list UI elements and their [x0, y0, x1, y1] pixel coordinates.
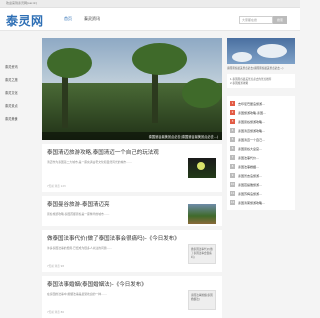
left-sidebar: 泰灵资讯 泰灵之旅 泰灵文化 泰灵景点 泰灵美食 [0, 60, 38, 125]
rank-badge: 3 [230, 119, 235, 124]
nav-news[interactable]: 泰灵资讯 [84, 16, 100, 22]
hot-list-label: 泰国苏梅岛旅游... [238, 191, 262, 196]
article-card[interactable]: 泰国法事婚姻(泰国婚姻法)-《今日发布》 在泰国的法事中,婚姻法事是最受欢迎的一… [42, 276, 222, 318]
right-banner[interactable] [227, 38, 295, 64]
article-summary: 许多泰国法事的费用,已经成为很多人关注的问题…… [47, 246, 113, 250]
site-header: 泰灵网 首页 泰灵资讯 大家都在搜 搜索 [0, 8, 300, 31]
search-button[interactable]: 搜索 [273, 16, 287, 24]
rank-badge: 8 [230, 164, 235, 169]
banner-foliage [47, 48, 92, 78]
article-card[interactable]: 做泰国法事代价(做了泰国法事会很痛吗)-《今日发布》 许多泰国法事的费用,已经成… [42, 230, 222, 272]
rank-badge: 11 [230, 191, 235, 196]
rank-badge: 5 [230, 137, 235, 142]
article-card[interactable]: 泰国曼谷旅游-泰国清迈亮 曼谷旅游攻略,泰国首都曼谷是一座繁华的城市…… [42, 196, 222, 226]
hot-list-label: 泰国清迈旅游攻略... [238, 128, 265, 133]
top-bar: 欢迎来到泰灵网(ssr.ik) [0, 0, 300, 8]
article-meta: 7天前 浏览 86 [47, 311, 64, 314]
hot-list-item[interactable]: 7 泰国法事代价... [230, 153, 292, 162]
hot-list-label: 去印尼巴厘岛旅游... [238, 101, 265, 106]
nav-home[interactable]: 首页 [64, 16, 72, 22]
article-summary: 在泰国的法事中,婚姻法事是最受欢迎的一种…… [47, 292, 107, 296]
hot-list-item[interactable]: 9 泰国普吉岛旅游... [230, 171, 292, 180]
banner-foliage [132, 43, 187, 75]
hot-list-label: 泰国芭提雅旅游... [238, 182, 262, 187]
hot-list-item[interactable]: 4 泰国清迈旅游攻略... [230, 126, 292, 135]
hot-list-item[interactable]: 3 泰国曼谷旅游攻略... [230, 117, 292, 126]
sidebar-item-food[interactable]: 泰灵美食 [0, 112, 38, 125]
info-line[interactable]: 2.泰国旅游攻略 [230, 81, 292, 85]
article-thumbnail[interactable]: 泰国法事婚姻(泰国婚姻法) [188, 290, 216, 310]
article-thumbnail[interactable] [188, 204, 216, 224]
hot-list-label: 泰国普吉岛旅游... [238, 173, 262, 178]
sidebar-item-news[interactable]: 泰灵资讯 [0, 60, 38, 73]
article-summary: 曼谷旅游攻略,泰国首都曼谷是一座繁华的城市…… [47, 212, 110, 216]
rank-badge: 7 [230, 155, 235, 160]
rank-badge: 9 [230, 173, 235, 178]
hot-list-item[interactable]: 2 泰国旅游攻略,泰国... [230, 108, 292, 117]
right-banner-caption[interactable]: 泰国曼谷最美景点必去(泰国曼谷最美景点必去...) [227, 66, 295, 70]
article-thumbnail[interactable] [188, 158, 216, 178]
rank-badge: 2 [230, 110, 235, 115]
hot-list-label: 泰国曼谷大皇宫... [238, 146, 262, 151]
sidebar-item-travel[interactable]: 泰灵之旅 [0, 73, 38, 86]
site-logo[interactable]: 泰灵网 [6, 12, 44, 29]
search-input[interactable]: 大家都在搜 [239, 16, 273, 24]
article-meta: 7天前 浏览 123 [47, 185, 66, 188]
rank-badge: 4 [230, 128, 235, 133]
rank-badge: 1 [230, 101, 235, 106]
hot-list-item[interactable]: 12 泰国清莱旅游攻略... [230, 198, 292, 207]
hot-list-item[interactable]: 10 泰国芭提雅旅游... [230, 180, 292, 189]
article-title[interactable]: 泰国清迈旅游攻略,泰国清迈一个自己的玩法观 [47, 148, 217, 156]
hot-list-item[interactable]: 6 泰国曼谷大皇宫... [230, 144, 292, 153]
hot-list-label: 泰国法事代价... [238, 155, 259, 160]
article-meta: 7天前 浏览 98 [47, 265, 64, 268]
right-sidebar: 泰国曼谷最美景点必去(泰国曼谷最美景点必去...) 1.泰国曼谷最美景点必去的景… [227, 38, 295, 210]
article-title[interactable]: 泰国法事婚姻(泰国婚姻法)-《今日发布》 [47, 280, 217, 288]
main-banner[interactable]: 泰国曼谷最美景点必去(泰国曼谷最美景点必去...) [42, 38, 222, 140]
hot-list: 1 去印尼巴厘岛旅游... 2 泰国旅游攻略,泰国... 3 泰国曼谷旅游攻略... … [227, 96, 295, 210]
sidebar-item-culture[interactable]: 泰灵文化 [0, 86, 38, 99]
hot-list-item[interactable]: 11 泰国苏梅岛旅游... [230, 189, 292, 198]
banner-foliage [182, 78, 222, 108]
main-content: 泰国曼谷最美景点必去(泰国曼谷最美景点必去...) 泰国清迈旅游攻略,泰国清迈一… [42, 38, 222, 318]
hot-list-label: 泰国旅游攻略,泰国... [238, 110, 266, 115]
main-nav: 首页 泰灵资讯 [64, 16, 100, 22]
banner-caption: 泰国曼谷最美景点必去(泰国曼谷最美景点必去...) [42, 132, 222, 140]
hot-list-label: 泰国清迈一个自己... [238, 137, 265, 142]
hot-list-label: 泰国法事婚姻... [238, 164, 259, 169]
right-info-box: 1.泰国曼谷最美景点必去的景点推荐 2.泰国旅游攻略 [227, 74, 295, 88]
article-title[interactable]: 做泰国法事代价(做了泰国法事会很痛吗)-《今日发布》 [47, 234, 217, 242]
hot-list-item[interactable]: 8 泰国法事婚姻... [230, 162, 292, 171]
article-thumbnail[interactable]: 做泰国法事代价(做了泰国法事会很痛吗) [188, 244, 216, 264]
rank-badge: 10 [230, 182, 235, 187]
welcome-text: 欢迎来到泰灵网(ssr.ik) [6, 1, 37, 5]
rank-badge: 6 [230, 146, 235, 151]
hot-list-item[interactable]: 5 泰国清迈一个自己... [230, 135, 292, 144]
banner-cloud [232, 52, 252, 62]
hot-list-item[interactable]: 1 去印尼巴厘岛旅游... [230, 99, 292, 108]
sidebar-item-sights[interactable]: 泰灵景点 [0, 99, 38, 112]
article-card[interactable]: 泰国清迈旅游攻略,泰国清迈一个自己的玩法观 清迈作为泰国第二大城市,是一座充满古… [42, 144, 222, 192]
hot-list-label: 泰国曼谷旅游攻略... [238, 119, 265, 124]
hot-list-label: 泰国清莱旅游攻略... [238, 200, 265, 205]
article-summary: 清迈作为泰国第二大城市,是一座充满古老文化和自然风光的城市…… [47, 160, 132, 164]
thumbnail-sun [197, 162, 205, 170]
rank-badge: 12 [230, 200, 235, 205]
banner-cloud [257, 44, 287, 58]
